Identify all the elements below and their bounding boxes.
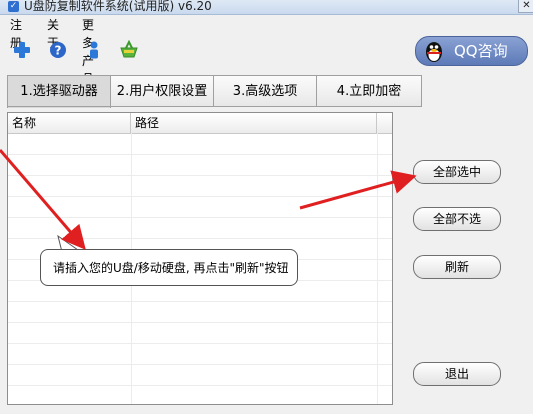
qq-penguin-icon <box>422 39 446 63</box>
column-header-path[interactable]: 路径 <box>131 113 377 133</box>
tab-encrypt-now[interactable]: 4.立即加密 <box>316 75 422 107</box>
refresh-button[interactable]: 刷新 <box>413 255 501 279</box>
select-none-button[interactable]: 全部不选 <box>413 207 501 231</box>
add-icon[interactable] <box>12 40 32 60</box>
column-gridline <box>377 133 378 404</box>
table-header: 名称 路径 <box>8 113 392 134</box>
qq-consult-button[interactable]: QQ咨询 <box>415 36 528 66</box>
tab-divider <box>7 106 421 107</box>
column-header-name[interactable]: 名称 <box>8 113 131 133</box>
table-row <box>8 344 392 365</box>
select-all-button[interactable]: 全部选中 <box>413 160 501 184</box>
insert-usb-tooltip: 请插入您的U盘/移动硬盘, 再点击"刷新"按钮 <box>40 249 298 286</box>
tab-advanced-options[interactable]: 3.高级选项 <box>213 75 317 107</box>
exit-button[interactable]: 退出 <box>413 362 501 386</box>
help-icon[interactable]: ? <box>48 40 68 60</box>
tab-user-permissions[interactable]: 2.用户权限设置 <box>110 75 214 107</box>
tab-select-drive[interactable]: 1.选择驱动器 <box>7 75 111 108</box>
table-row <box>8 176 392 197</box>
table-row <box>8 197 392 218</box>
qq-consult-label: QQ咨询 <box>454 42 508 60</box>
user-icon[interactable] <box>84 40 104 60</box>
table-row <box>8 155 392 176</box>
app-icon: ✓ <box>8 1 19 12</box>
table-row <box>8 134 392 155</box>
svg-text:?: ? <box>55 44 62 58</box>
close-button[interactable]: ✕ <box>518 0 533 13</box>
table-row <box>8 365 392 386</box>
table-row <box>8 302 392 323</box>
basket-icon[interactable] <box>119 39 139 60</box>
title-bar: ✓ U盘防复制软件系统(试用版) v6.20 ✕ <box>0 0 533 15</box>
table-row <box>8 323 392 344</box>
window-title: U盘防复制软件系统(试用版) v6.20 <box>24 0 212 13</box>
